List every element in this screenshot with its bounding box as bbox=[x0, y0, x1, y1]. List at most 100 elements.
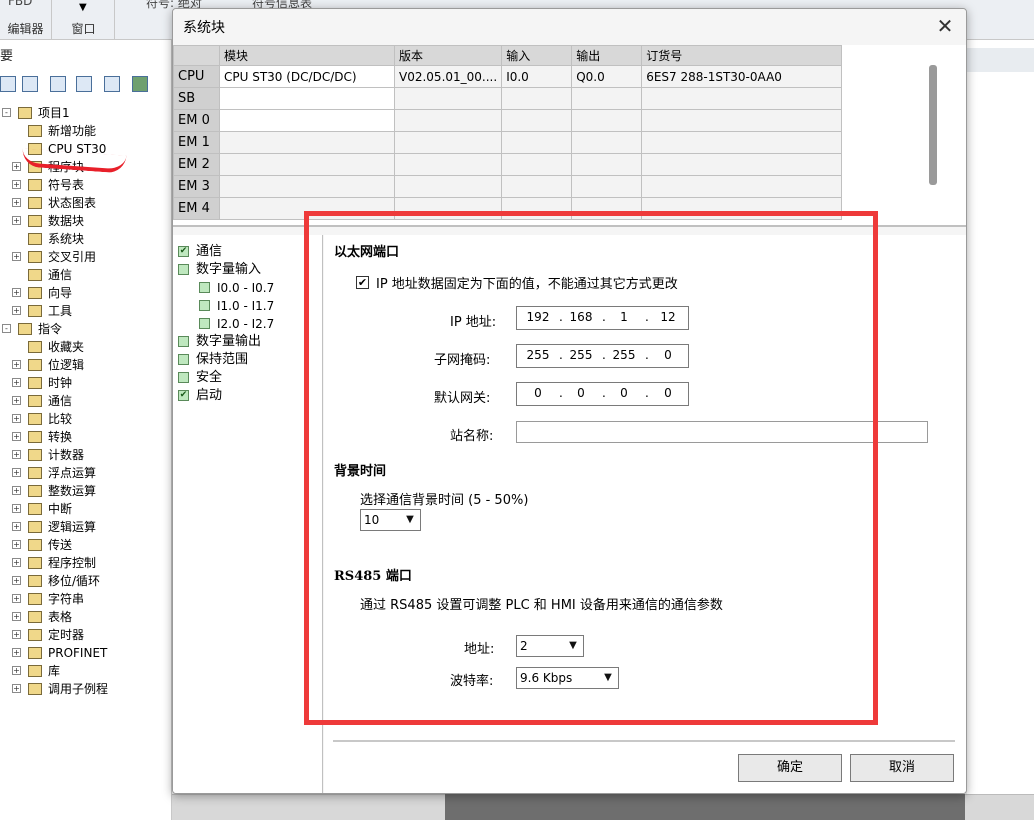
table-scrollbar[interactable] bbox=[929, 65, 937, 185]
table-cell-module[interactable]: CPU ST30 (DC/DC/DC) bbox=[219, 65, 395, 88]
expand-icon[interactable]: + bbox=[12, 522, 21, 531]
folder-icon bbox=[28, 413, 42, 425]
folder-icon bbox=[18, 107, 32, 119]
cancel-button[interactable]: 取消 bbox=[850, 754, 954, 782]
table-cell-version[interactable] bbox=[393, 131, 503, 154]
table-cell-order[interactable] bbox=[641, 175, 843, 198]
table-cell-module[interactable] bbox=[219, 87, 395, 110]
table-row[interactable]: CPU CPU ST30 (DC/DC/DC) V02.05.01_00.... I0… bbox=[173, 65, 843, 88]
table-row[interactable]: EM 3 bbox=[173, 175, 843, 198]
expand-icon[interactable]: + bbox=[12, 612, 21, 621]
table-cell-module[interactable] bbox=[219, 153, 395, 176]
toolbar-group-window[interactable]: ▼ 窗口 bbox=[53, 0, 115, 40]
expand-icon[interactable]: + bbox=[12, 504, 21, 513]
table-row[interactable]: EM 1 bbox=[173, 131, 843, 154]
table-cell-output[interactable] bbox=[571, 131, 643, 154]
ok-button[interactable]: 确定 bbox=[738, 754, 842, 782]
folder-icon bbox=[28, 557, 42, 569]
expand-icon[interactable]: + bbox=[12, 252, 21, 261]
tree-item-label: 传送 bbox=[48, 538, 73, 552]
table-row[interactable]: EM 2 bbox=[173, 153, 843, 176]
table-cell-input[interactable] bbox=[501, 153, 573, 176]
red-highlight-annotation bbox=[304, 211, 878, 725]
folder-icon bbox=[28, 611, 42, 623]
tree-item-label: PROFINET bbox=[48, 646, 108, 660]
table-cell-output[interactable] bbox=[571, 87, 643, 110]
expand-icon[interactable]: + bbox=[12, 198, 21, 207]
check-icon bbox=[178, 336, 189, 347]
folder-icon bbox=[28, 197, 42, 209]
expand-icon[interactable]: + bbox=[12, 468, 21, 477]
expand-icon[interactable]: + bbox=[12, 648, 21, 657]
expand-icon[interactable]: + bbox=[12, 288, 21, 297]
table-cell-version[interactable]: V02.05.01_00.... bbox=[393, 65, 503, 88]
project-panel-toolbar bbox=[0, 74, 171, 98]
view-icon[interactable] bbox=[22, 76, 38, 92]
expand-icon[interactable]: + bbox=[12, 396, 21, 405]
folder-icon bbox=[28, 665, 42, 677]
table-cell-order[interactable] bbox=[641, 109, 843, 132]
table-cell-order[interactable] bbox=[641, 131, 843, 154]
tree-item-label: 工具 bbox=[48, 304, 73, 318]
expand-icon[interactable]: + bbox=[12, 540, 21, 549]
expand-icon[interactable]: + bbox=[12, 216, 21, 225]
expand-icon[interactable]: + bbox=[12, 594, 21, 603]
table-cell-order[interactable] bbox=[641, 87, 843, 110]
expand-icon[interactable]: + bbox=[12, 558, 21, 567]
table-cell-input[interactable]: I0.0 bbox=[501, 65, 573, 88]
view-icon[interactable] bbox=[0, 76, 16, 92]
expand-icon[interactable]: + bbox=[12, 450, 21, 459]
table-cell-output[interactable] bbox=[571, 175, 643, 198]
toolbar-fbd-label: FBD bbox=[8, 0, 33, 8]
expand-icon[interactable]: + bbox=[12, 630, 21, 639]
table-cell-module[interactable] bbox=[219, 109, 395, 132]
plc-icon[interactable] bbox=[132, 76, 148, 92]
collapse-icon[interactable]: - bbox=[2, 108, 11, 117]
table-cell-version[interactable] bbox=[393, 109, 503, 132]
table-cell-version[interactable] bbox=[393, 175, 503, 198]
check-icon bbox=[199, 282, 210, 293]
tree-item-label: 转换 bbox=[48, 430, 73, 444]
tree-item-label: 逻辑运算 bbox=[48, 520, 97, 534]
folder-icon bbox=[28, 629, 42, 641]
table-cell-input[interactable] bbox=[501, 87, 573, 110]
table-cell-order[interactable]: 6ES7 288-1ST30-0AA0 bbox=[641, 65, 843, 88]
expand-icon[interactable]: + bbox=[12, 414, 21, 423]
table-row[interactable]: EM 0 bbox=[173, 109, 843, 132]
folder-icon bbox=[28, 431, 42, 443]
expand-icon[interactable]: + bbox=[12, 684, 21, 693]
table-cell-module[interactable] bbox=[219, 175, 395, 198]
table-cell-input[interactable] bbox=[501, 109, 573, 132]
expand-icon[interactable]: + bbox=[12, 180, 21, 189]
expand-icon[interactable]: + bbox=[12, 666, 21, 675]
chevron-down-icon: ▼ bbox=[79, 2, 87, 13]
expand-icon[interactable]: + bbox=[12, 486, 21, 495]
view-icon[interactable] bbox=[50, 76, 66, 92]
check-icon bbox=[199, 300, 210, 311]
dialog-title: 系统块 bbox=[183, 20, 225, 36]
table-cell-version[interactable] bbox=[393, 87, 503, 110]
table-cell-output[interactable] bbox=[571, 109, 643, 132]
view-icon[interactable] bbox=[104, 76, 120, 92]
expand-icon[interactable]: + bbox=[12, 360, 21, 369]
table-cell-module[interactable] bbox=[219, 131, 395, 154]
close-icon[interactable]: ✕ bbox=[934, 15, 956, 37]
expand-icon[interactable]: + bbox=[12, 576, 21, 585]
collapse-icon[interactable]: - bbox=[2, 324, 11, 333]
toolbar-group-editor[interactable]: FBD 编辑器 bbox=[0, 0, 52, 40]
table-cell-input[interactable] bbox=[501, 175, 573, 198]
table-row[interactable]: SB bbox=[173, 87, 843, 110]
expand-icon[interactable]: + bbox=[12, 378, 21, 387]
table-cell-version[interactable] bbox=[393, 153, 503, 176]
table-cell-order[interactable] bbox=[641, 153, 843, 176]
column-header-version: 版本 bbox=[393, 45, 503, 66]
expand-icon[interactable]: + bbox=[12, 432, 21, 441]
check-icon bbox=[178, 264, 189, 275]
expand-icon[interactable]: + bbox=[12, 306, 21, 315]
table-cell-output[interactable] bbox=[571, 153, 643, 176]
nav-item-label: I0.0 - I0.7 bbox=[217, 281, 275, 295]
table-cell-input[interactable] bbox=[501, 131, 573, 154]
expand-icon[interactable]: + bbox=[12, 162, 21, 171]
table-cell-output[interactable]: Q0.0 bbox=[571, 65, 643, 88]
view-icon[interactable] bbox=[76, 76, 92, 92]
